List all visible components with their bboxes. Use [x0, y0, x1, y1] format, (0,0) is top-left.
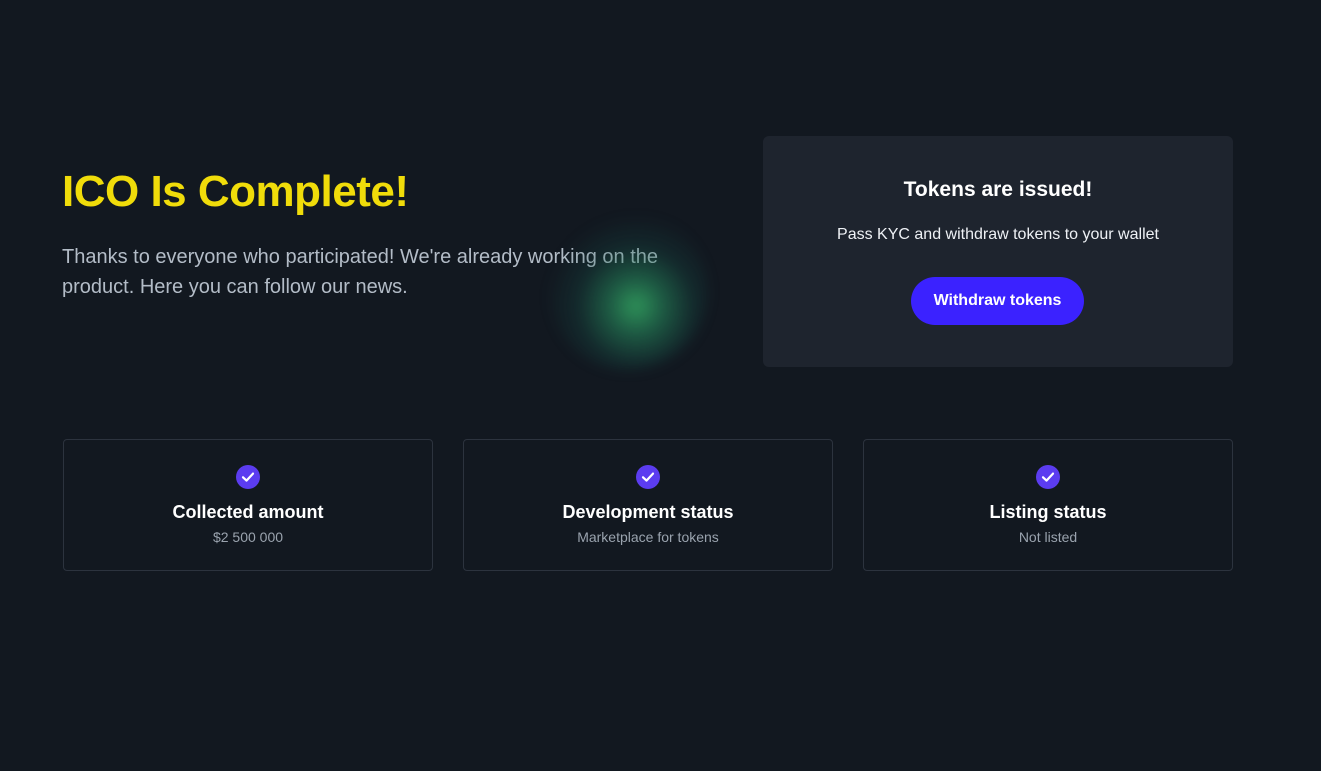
- status-card-value: Not listed: [1018, 529, 1078, 545]
- status-card-title: Listing status: [989, 502, 1107, 522]
- withdraw-panel-title: Tokens are issued!: [903, 178, 1093, 201]
- withdraw-panel-text: Pass KYC and withdraw tokens to your wal…: [837, 226, 1159, 243]
- status-card-development-status: Development status Marketplace for token…: [463, 439, 833, 571]
- page-title: ICO Is Complete!: [62, 167, 409, 216]
- status-card-title: Development status: [562, 502, 734, 522]
- withdraw-tokens-button[interactable]: Withdraw tokens: [911, 277, 1084, 325]
- status-card-value: $2 500 000: [212, 529, 284, 545]
- check-circle-icon: [636, 465, 660, 489]
- status-card-value: Marketplace for tokens: [577, 529, 719, 545]
- status-card-collected-amount: Collected amount $2 500 000: [63, 439, 433, 571]
- status-card-title: Collected amount: [172, 502, 324, 522]
- check-circle-icon: [236, 465, 260, 489]
- status-cards: Collected amount $2 500 000 Development …: [63, 439, 1233, 571]
- status-card-listing-status: Listing status Not listed: [863, 439, 1233, 571]
- page: ICO Is Complete! Thanks to everyone who …: [0, 0, 1321, 771]
- withdraw-panel: Tokens are issued! Pass KYC and withdraw…: [763, 136, 1233, 367]
- decorative-glow: [548, 210, 708, 370]
- check-circle-icon: [1036, 465, 1060, 489]
